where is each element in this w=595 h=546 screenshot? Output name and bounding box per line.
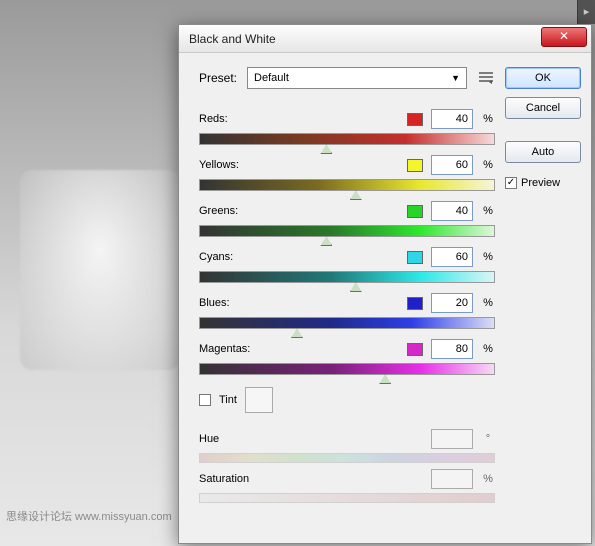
slider-label: Greens: — [199, 205, 271, 217]
color-swatch — [407, 297, 423, 310]
slider-row: Blues: 20% — [199, 293, 495, 329]
color-swatch — [407, 251, 423, 264]
percent-label: % — [481, 297, 495, 309]
percent-label: % — [481, 113, 495, 125]
slider-thumb[interactable] — [350, 190, 362, 200]
saturation-value-input — [431, 469, 473, 489]
ice-cube-graphic — [20, 170, 180, 370]
slider-value-input[interactable]: 40 — [431, 109, 473, 129]
slider-track[interactable] — [199, 271, 495, 283]
slider-thumb[interactable] — [320, 236, 332, 246]
dialog-titlebar[interactable]: Black and White — [179, 25, 591, 53]
slider-track[interactable] — [199, 179, 495, 191]
slider-thumb[interactable] — [291, 328, 303, 338]
slider-value-input[interactable]: 60 — [431, 155, 473, 175]
watermark-text: 思缘设计论坛 www.missyuan.com — [6, 508, 172, 524]
percent-label: % — [481, 205, 495, 217]
ok-button[interactable]: OK — [505, 67, 581, 89]
cancel-button[interactable]: Cancel — [505, 97, 581, 119]
tint-color-swatch[interactable] — [245, 387, 273, 413]
preset-label: Preset: — [199, 71, 237, 85]
panel-menu-icon[interactable]: ▸ — [577, 0, 595, 24]
slider-thumb[interactable] — [350, 282, 362, 292]
slider-label: Magentas: — [199, 343, 271, 355]
tint-checkbox[interactable] — [199, 394, 211, 406]
slider-thumb[interactable] — [379, 374, 391, 384]
slider-track[interactable] — [199, 225, 495, 237]
slider-row: Magentas: 80% — [199, 339, 495, 375]
black-and-white-dialog: Black and White Preset: Default ▼ Reds: 4… — [178, 24, 592, 544]
slider-track[interactable] — [199, 133, 495, 145]
preset-menu-icon[interactable] — [477, 69, 495, 87]
percent-label: % — [481, 343, 495, 355]
preview-checkbox[interactable]: ✓ — [505, 177, 517, 189]
slider-row: Cyans: 60% — [199, 247, 495, 283]
hue-label: Hue — [199, 433, 423, 445]
preview-label: Preview — [521, 177, 560, 189]
slider-label: Cyans: — [199, 251, 271, 263]
preset-value: Default — [254, 72, 289, 84]
slider-row: Yellows: 60% — [199, 155, 495, 191]
slider-track[interactable] — [199, 363, 495, 375]
close-button[interactable] — [541, 27, 587, 47]
slider-row: Reds: 40% — [199, 109, 495, 145]
saturation-label: Saturation — [199, 473, 423, 485]
slider-track[interactable] — [199, 317, 495, 329]
chevron-down-icon: ▼ — [451, 73, 460, 83]
slider-value-input[interactable]: 60 — [431, 247, 473, 267]
preset-select[interactable]: Default ▼ — [247, 67, 467, 89]
color-swatch — [407, 113, 423, 126]
hue-value-input — [431, 429, 473, 449]
slider-value-input[interactable]: 20 — [431, 293, 473, 313]
color-swatch — [407, 159, 423, 172]
percent-label: % — [481, 251, 495, 263]
slider-label: Blues: — [199, 297, 271, 309]
slider-thumb[interactable] — [320, 144, 332, 154]
tint-label: Tint — [219, 394, 237, 406]
auto-button[interactable]: Auto — [505, 141, 581, 163]
saturation-slider-track — [199, 493, 495, 503]
color-swatch — [407, 343, 423, 356]
saturation-unit: % — [481, 473, 495, 485]
slider-value-input[interactable]: 40 — [431, 201, 473, 221]
slider-label: Reds: — [199, 113, 271, 125]
slider-row: Greens: 40% — [199, 201, 495, 237]
hue-slider-track — [199, 453, 495, 463]
slider-value-input[interactable]: 80 — [431, 339, 473, 359]
percent-label: % — [481, 159, 495, 171]
slider-label: Yellows: — [199, 159, 271, 171]
color-swatch — [407, 205, 423, 218]
dialog-title: Black and White — [189, 32, 276, 46]
hue-unit: ° — [481, 433, 495, 445]
